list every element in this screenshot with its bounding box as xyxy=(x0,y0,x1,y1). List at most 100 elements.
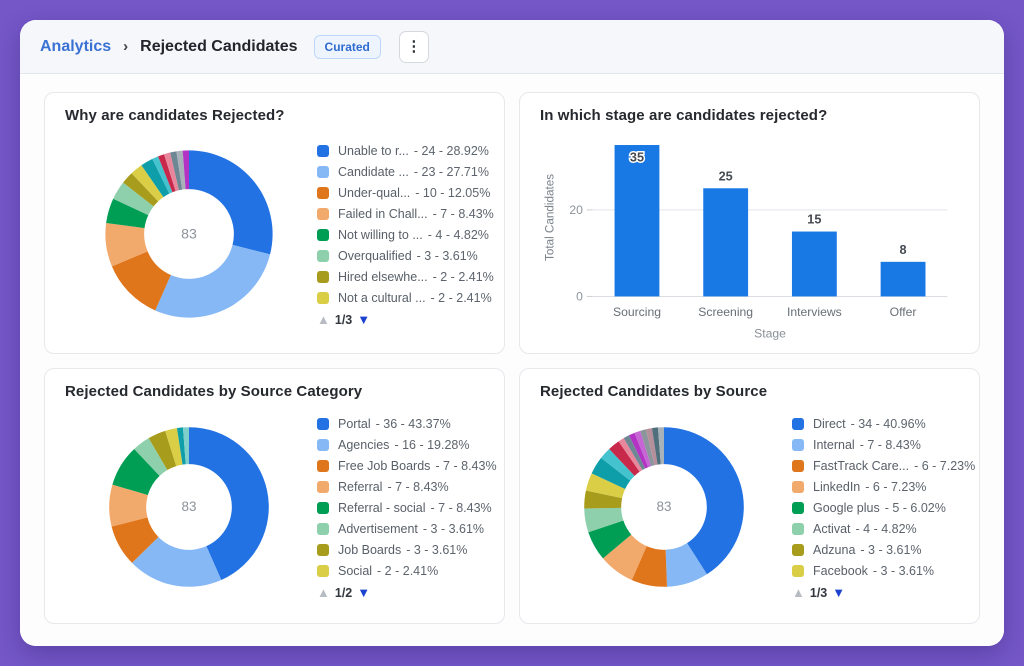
donut-chart-source-category: 83 xyxy=(65,423,313,591)
legend-item[interactable]: Under-qual... - 10 - 12.05% xyxy=(317,186,494,200)
page-down-icon[interactable]: ▼ xyxy=(357,585,370,600)
legend-item[interactable]: Candidate ... - 23 - 27.71% xyxy=(317,165,494,179)
panel-body: 83 Unable to r... - 24 - 28.92% Candidate… xyxy=(65,124,494,343)
page-indicator: 1/2 xyxy=(334,585,353,600)
bar-value-label: 25 xyxy=(719,169,733,183)
legend-value: - 2 - 2.41% xyxy=(430,291,492,305)
bar-chart-svg: 0 20 35 Sourcing 25 Screening 15 Interviews 8 Off… xyxy=(544,145,948,340)
legend-label: Failed in Chall... xyxy=(338,207,428,221)
panel-reject-reasons: Why are candidates Rejected? 83 Unable t… xyxy=(44,92,505,354)
legend-item[interactable]: Agencies - 16 - 19.28% xyxy=(317,438,497,452)
kebab-menu-button[interactable]: ⋮ xyxy=(398,30,429,63)
legend-value: - 6 - 7.23% xyxy=(865,480,927,494)
legend-label: Portal xyxy=(338,417,371,431)
page-down-icon[interactable]: ▼ xyxy=(832,585,845,600)
bar-chart-reject-stage: 0 20 35 Sourcing 25 Screening 15 Interviews 8 Off… xyxy=(540,124,963,344)
legend-value: - 4 - 4.82% xyxy=(427,228,489,242)
donut-slice-unable-to-r[interactable] xyxy=(189,149,273,254)
legend-item[interactable]: Direct - 34 - 40.96% xyxy=(792,417,975,431)
x-tick-label: Sourcing xyxy=(613,305,661,319)
page-indicator: 1/3 xyxy=(809,585,828,600)
legend-item[interactable]: Free Job Boards - 7 - 8.43% xyxy=(317,459,497,473)
legend-value: - 3 - 3.61% xyxy=(422,522,485,536)
legend-item[interactable]: Referral - social - 7 - 8.43% xyxy=(317,501,497,515)
panel-title-reject-reasons: Why are candidates Rejected? xyxy=(65,107,285,124)
legend-value: - 5 - 6.02% xyxy=(884,501,946,515)
donut-chart-reject-reasons: 83 xyxy=(65,146,313,322)
legend-item[interactable]: Social - 2 - 2.41% xyxy=(317,564,497,578)
legend-label: Adzuna xyxy=(813,543,856,557)
legend-item[interactable]: Activat - 4 - 4.82% xyxy=(792,522,975,536)
legend-item[interactable]: Advertisement - 3 - 3.61% xyxy=(317,522,497,536)
legend-label: Internal xyxy=(813,438,855,452)
page-up-icon[interactable]: ▲ xyxy=(792,585,805,600)
panel-body: 83 Direct - 34 - 40.96% Internal - 7 - 8.… xyxy=(540,400,975,613)
legend-label: Unable to r... xyxy=(338,144,409,158)
app-frame: Analytics › Rejected Candidates Curated … xyxy=(0,0,1024,666)
legend-swatch-icon xyxy=(792,565,804,577)
legend-item[interactable]: LinkedIn - 6 - 7.23% xyxy=(792,480,975,494)
legend-swatch-icon xyxy=(317,418,329,430)
legend-item[interactable]: Unable to r... - 24 - 28.92% xyxy=(317,144,494,158)
panel-source: Rejected Candidates by Source 83 Direct … xyxy=(519,368,980,624)
legend-pagination: ▲ 1/3 ▼ xyxy=(317,312,494,327)
legend-item[interactable]: FastTrack Care... - 6 - 7.23% xyxy=(792,459,975,473)
legend-label: Activat xyxy=(813,522,851,536)
x-tick-label: Interviews xyxy=(787,305,842,319)
legend-item[interactable]: Hired elsewhe... - 2 - 2.41% xyxy=(317,270,494,284)
legend-item[interactable]: Job Boards - 3 - 3.61% xyxy=(317,543,497,557)
legend-swatch-icon xyxy=(792,418,804,430)
panel-title-reject-stage: In which stage are candidates rejected? xyxy=(540,107,828,124)
legend-value: - 23 - 27.71% xyxy=(413,165,489,179)
legend-value: - 4 - 4.82% xyxy=(855,522,917,536)
y-axis-title: Total Candidates xyxy=(544,174,557,261)
legend-pagination: ▲ 1/3 ▼ xyxy=(792,585,975,600)
donut-slice-candidate[interactable] xyxy=(155,244,271,318)
page-indicator: 1/3 xyxy=(334,312,353,327)
legend-value: - 7 - 8.43% xyxy=(430,501,492,515)
donut-center-total: 83 xyxy=(182,499,197,514)
page-up-icon[interactable]: ▲ xyxy=(317,312,330,327)
bar-value-label: 35 xyxy=(630,151,644,165)
legend-item[interactable]: Not willing to ... - 4 - 4.82% xyxy=(317,228,494,242)
bar-sourcing[interactable] xyxy=(614,145,660,297)
panel-title-source-category: Rejected Candidates by Source Category xyxy=(65,383,363,400)
bar-interviews[interactable] xyxy=(791,231,837,297)
legend-value: - 7 - 8.43% xyxy=(435,459,497,473)
legend-label: Under-qual... xyxy=(338,186,411,200)
legend-swatch-icon xyxy=(317,166,329,178)
legend-swatch-icon xyxy=(317,208,329,220)
legend-label: Candidate ... xyxy=(338,165,409,179)
legend-label: Not a cultural ... xyxy=(338,291,426,305)
legend-swatch-icon xyxy=(792,544,804,556)
y-tick-label: 0 xyxy=(576,289,583,303)
legend-item[interactable]: Not a cultural ... - 2 - 2.41% xyxy=(317,291,494,305)
legend-item[interactable]: Portal - 36 - 43.37% xyxy=(317,417,497,431)
legend-swatch-icon xyxy=(317,292,329,304)
legend-item[interactable]: Internal - 7 - 8.43% xyxy=(792,438,975,452)
y-tick-label: 20 xyxy=(569,203,583,217)
legend-label: Direct xyxy=(813,417,846,431)
breadcrumb-analytics-link[interactable]: Analytics xyxy=(40,38,111,56)
legend-item[interactable]: Adzuna - 3 - 3.61% xyxy=(792,543,975,557)
bar-screening[interactable] xyxy=(703,188,749,297)
legend-value: - 16 - 19.28% xyxy=(394,438,470,452)
legend-value: - 2 - 2.41% xyxy=(432,270,494,284)
legend-item[interactable]: Referral - 7 - 8.43% xyxy=(317,480,497,494)
legend-label: Not willing to ... xyxy=(338,228,423,242)
legend-label: Hired elsewhe... xyxy=(338,270,428,284)
legend-swatch-icon xyxy=(792,523,804,535)
page-up-icon[interactable]: ▲ xyxy=(317,585,330,600)
x-tick-label: Offer xyxy=(890,305,917,319)
page-down-icon[interactable]: ▼ xyxy=(357,312,370,327)
x-axis-title: Stage xyxy=(754,326,786,340)
legend-swatch-icon xyxy=(317,523,329,535)
legend-item[interactable]: Failed in Chall... - 7 - 8.43% xyxy=(317,207,494,221)
legend-item[interactable]: Google plus - 5 - 6.02% xyxy=(792,501,975,515)
legend-swatch-icon xyxy=(317,187,329,199)
legend-swatch-icon xyxy=(317,271,329,283)
bar-offer[interactable] xyxy=(880,261,926,297)
donut-center-total: 83 xyxy=(181,225,197,241)
legend-item[interactable]: Facebook - 3 - 3.61% xyxy=(792,564,975,578)
legend-item[interactable]: Overqualified - 3 - 3.61% xyxy=(317,249,494,263)
